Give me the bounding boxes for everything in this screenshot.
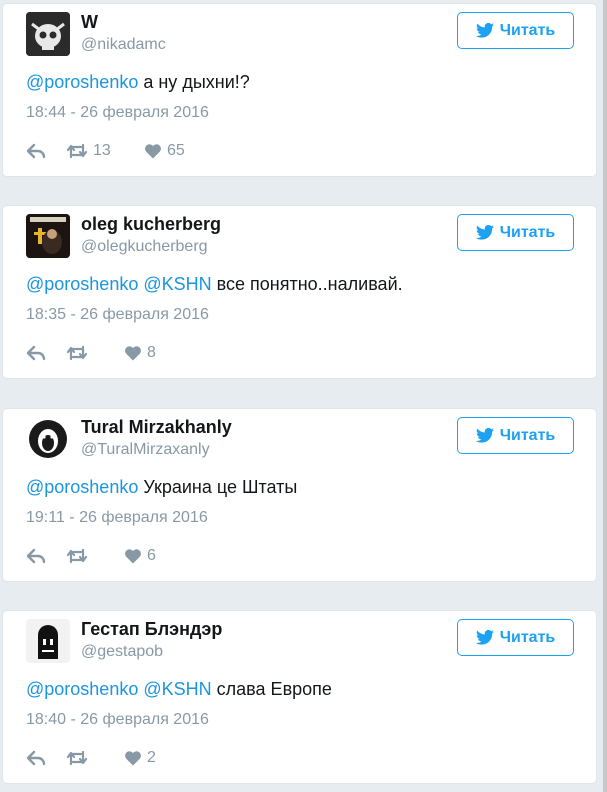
tweet-text: @poroshenko @KSHN слава Европе [26,679,332,700]
reply-button[interactable] [26,750,66,766]
follow-button[interactable]: Читать [457,417,574,454]
retweet-count: 13 [93,142,111,159]
tweet-actions: 8 [26,342,156,364]
reply-icon [26,143,46,159]
mention-link[interactable]: @poroshenko [26,477,138,497]
retweet-icon [66,750,88,766]
twitter-bird-icon [475,225,494,240]
dark-figure-avatar[interactable] [26,214,70,258]
user-handle[interactable]: @nikadamc [81,36,166,54]
like-count: 8 [147,344,156,361]
like-button[interactable]: 6 [124,547,156,565]
user-name[interactable]: W [81,12,98,33]
tweet-body: Украина це Штаты [143,477,298,497]
lion-avatar[interactable] [26,417,70,461]
tweet-text: @poroshenko а ну дыхни!? [26,72,250,93]
user-handle[interactable]: @gestapob [81,643,163,661]
follow-button[interactable]: Читать [457,619,574,656]
tweet-body: все понятно..наливай. [216,274,403,294]
user-name[interactable]: Tural Mirzakhanly [81,417,232,438]
retweet-button[interactable]: 13 [66,142,144,160]
tweet-card[interactable]: oleg kucherberg @olegkucherberg Читать @… [2,205,597,379]
heart-icon [125,549,141,564]
tweet-timestamp[interactable]: 18:40 - 26 февраля 2016 [26,711,209,729]
reply-icon [26,750,46,766]
tweet-timestamp[interactable]: 18:35 - 26 февраля 2016 [26,306,209,324]
user-handle[interactable]: @TuralMirzaxanly [81,441,210,459]
heart-icon [145,144,161,159]
follow-label: Читать [499,426,556,444]
follow-label: Читать [499,223,556,241]
tweet-actions: 13 65 [26,140,185,162]
user-name[interactable]: Гестап Блэндэр [81,619,222,640]
twitter-bird-icon [475,630,494,645]
retweet-icon [66,143,88,159]
tweet-actions: 2 [26,747,156,769]
tweet-timestamp[interactable]: 18:44 - 26 февраля 2016 [26,104,209,122]
retweet-icon [66,548,88,564]
reply-icon [26,345,46,361]
tweet-body: а ну дыхни!? [143,72,250,92]
tweet-text: @poroshenko Украина це Штаты [26,477,297,498]
skull-avatar[interactable] [26,12,70,56]
twitter-bird-icon [475,428,494,443]
twitter-bird-icon [475,23,494,38]
tweet-card[interactable]: Tural Mirzakhanly @TuralMirzaxanly Читат… [2,408,597,582]
reply-button[interactable] [26,548,66,564]
user-name[interactable]: oleg kucherberg [81,214,221,235]
retweet-icon [66,345,88,361]
mention-link[interactable]: @poroshenko [26,72,138,92]
like-button[interactable]: 65 [144,142,185,160]
ghost-avatar[interactable] [26,619,70,663]
follow-label: Читать [499,21,556,39]
like-button[interactable]: 2 [124,749,156,767]
like-count: 6 [147,547,156,564]
mention-link[interactable]: @KSHN [143,679,211,699]
mention-link[interactable]: @poroshenko [26,274,138,294]
follow-button[interactable]: Читать [457,12,574,49]
tweet-card[interactable]: W @nikadamc Читать @poroshenko а ну дыхн… [2,3,597,177]
reply-button[interactable] [26,143,66,159]
retweet-button[interactable] [66,345,124,361]
tweet-body: слава Европе [216,679,332,699]
like-count: 65 [167,142,185,159]
tweet-actions: 6 [26,545,156,567]
user-handle[interactable]: @olegkucherberg [81,238,208,256]
retweet-button[interactable] [66,750,124,766]
tweet-card[interactable]: Гестап Блэндэр @gestapob Читать @poroshe… [2,610,597,784]
heart-icon [125,751,141,766]
follow-button[interactable]: Читать [457,214,574,251]
follow-label: Читать [499,628,556,646]
window-edge [603,0,607,792]
heart-icon [125,346,141,361]
mention-link[interactable]: @poroshenko [26,679,138,699]
mention-link[interactable]: @KSHN [143,274,211,294]
like-button[interactable]: 8 [124,344,156,362]
retweet-button[interactable] [66,548,124,564]
tweet-timestamp[interactable]: 19:11 - 26 февраля 2016 [26,509,208,527]
reply-icon [26,548,46,564]
like-count: 2 [147,749,156,766]
reply-button[interactable] [26,345,66,361]
tweet-text: @poroshenko @KSHN все понятно..наливай. [26,274,403,295]
